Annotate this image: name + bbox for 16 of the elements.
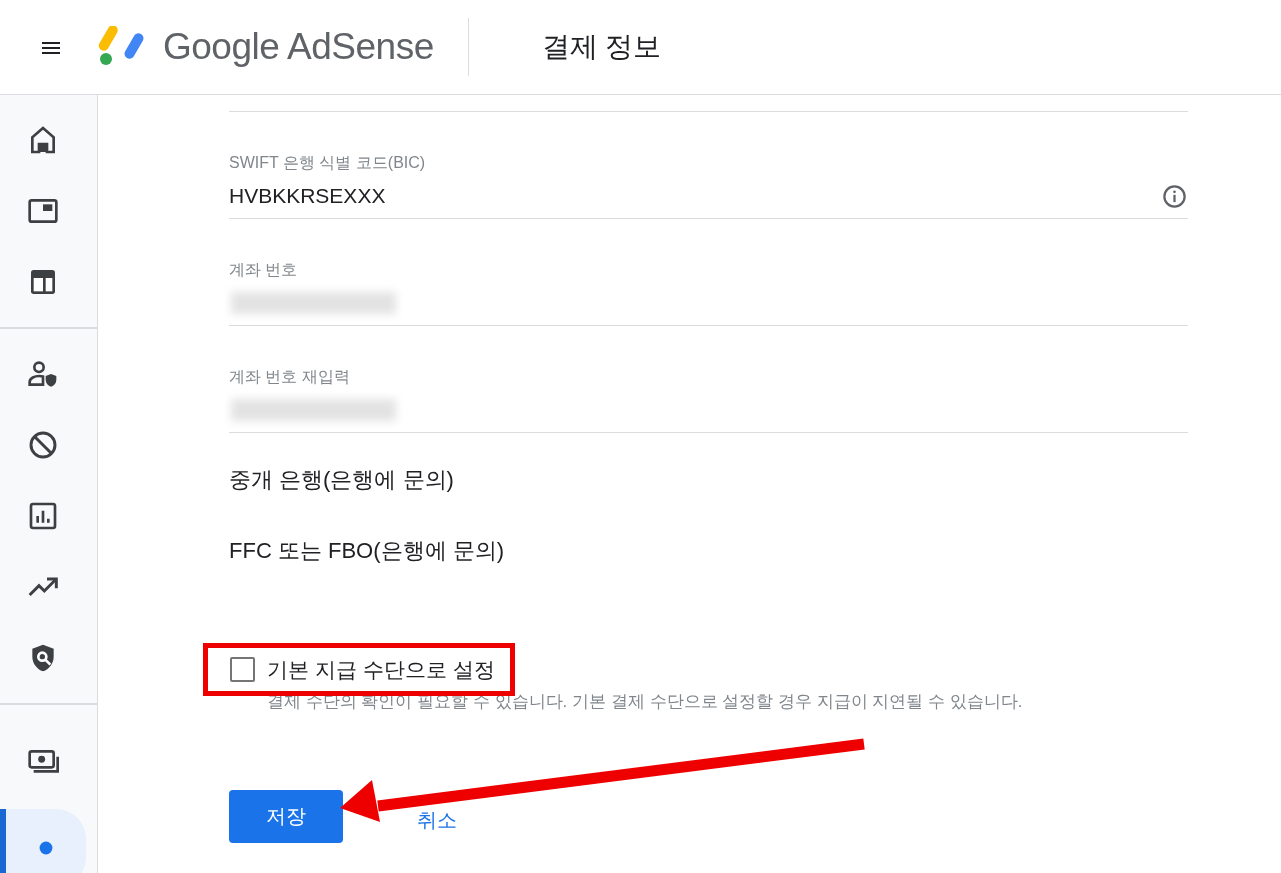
block-icon: [27, 429, 59, 461]
cancel-button[interactable]: 취소: [417, 808, 457, 831]
product-name: Google AdSense: [163, 26, 434, 68]
field-label: 계좌 번호 재입력: [229, 368, 351, 386]
save-button[interactable]: 저장: [229, 790, 343, 843]
section-link[interactable]: FFC 또는 FBO(은행에 문의): [229, 539, 504, 563]
section-link[interactable]: 중개 은행(은행에 문의): [229, 468, 454, 492]
field-label: 계좌 번호: [229, 261, 299, 279]
checkbox[interactable]: [230, 657, 255, 682]
input-field[interactable]: HVBKKRSEXXX: [229, 182, 386, 210]
nav-item[interactable]: [0, 809, 86, 873]
page-title: 결제 정보: [541, 30, 662, 64]
info-icon: [1161, 182, 1188, 210]
checkbox-label: 기본 지급 수단으로 설정: [267, 657, 495, 682]
bar-chart-icon: [27, 500, 59, 532]
field-label: SWIFT 은행 식별 코드(BIC): [229, 154, 427, 172]
